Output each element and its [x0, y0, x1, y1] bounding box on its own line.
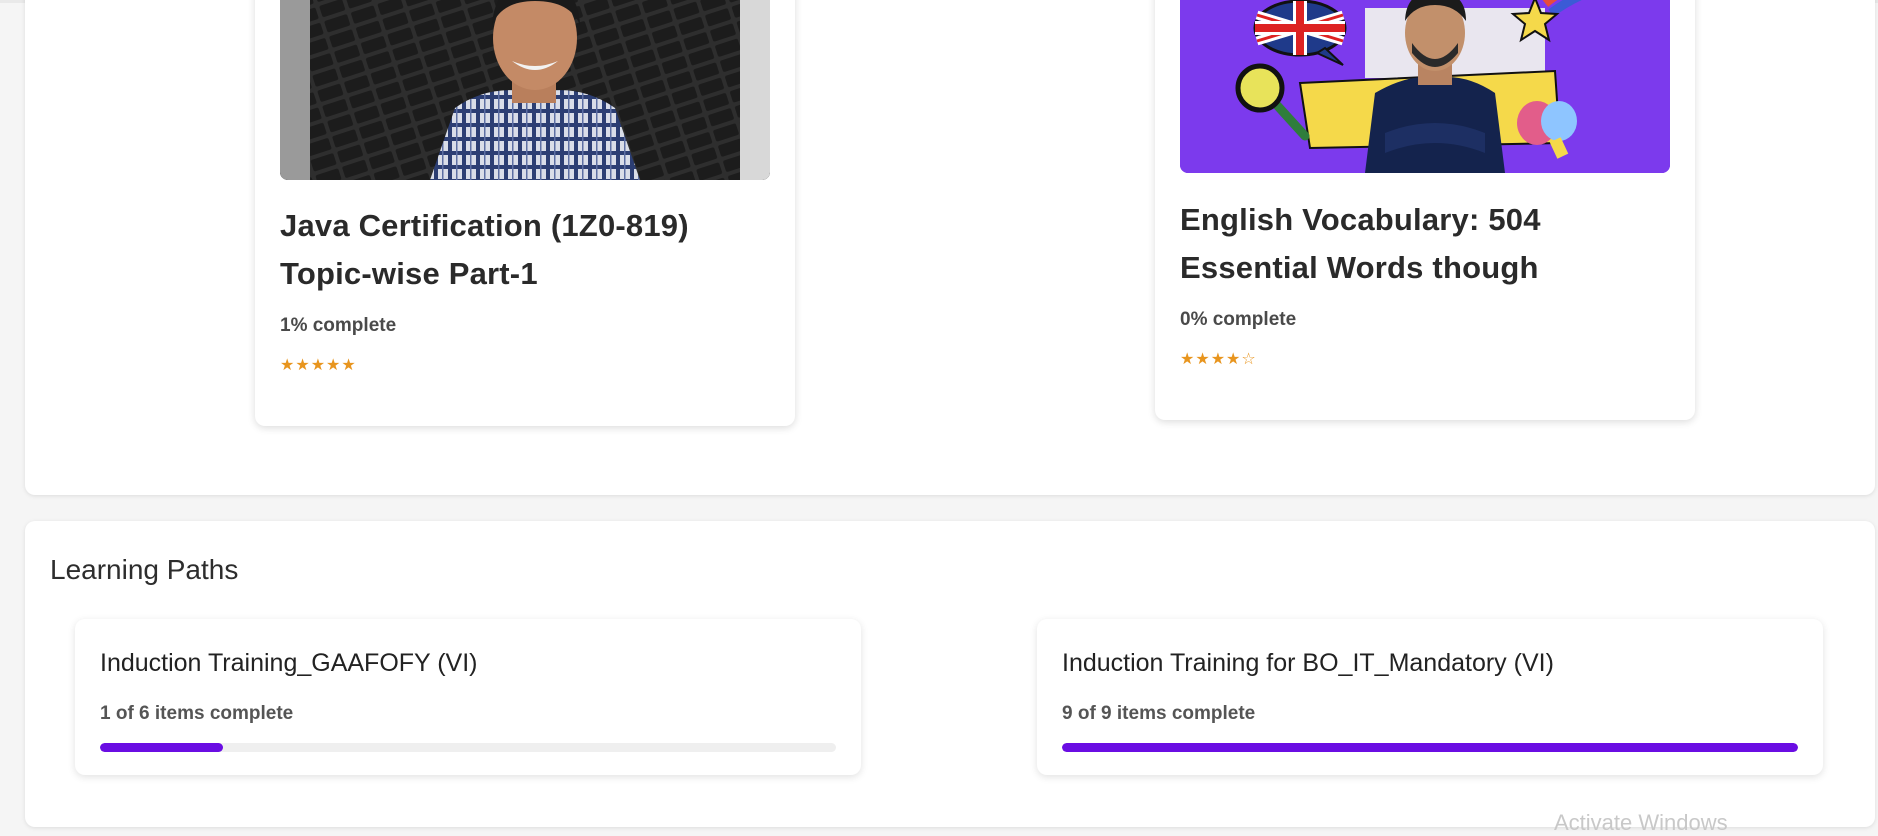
- instructor-photo-with-uk-flag-icon: [1180, 0, 1670, 173]
- instructor-photo-icon: [280, 0, 770, 180]
- learning-path-title[interactable]: Induction Training_GAAFOFY (VI): [100, 649, 477, 678]
- rating-stars: ★★★★☆: [1180, 351, 1257, 368]
- progress-bar-fill: [1062, 743, 1798, 752]
- learning-path-card[interactable]: Induction Training for BO_IT_Mandatory (…: [1037, 619, 1823, 775]
- course-progress-text: 1% complete: [280, 315, 397, 336]
- section-title: Learning Paths: [50, 554, 239, 585]
- learning-path-progress-text: 9 of 9 items complete: [1062, 703, 1256, 724]
- course-card[interactable]: English Vocabulary: 504 Essential Words …: [1155, 0, 1695, 420]
- learning-path-title[interactable]: Induction Training for BO_IT_Mandatory (…: [1062, 649, 1554, 678]
- rating-stars: ★★★★★: [280, 357, 357, 374]
- learning-paths-panel: Learning Paths Induction Training_GAAFOF…: [25, 521, 1875, 827]
- course-title[interactable]: Java Certification (1Z0-819) Topic-wise …: [280, 202, 780, 298]
- course-card[interactable]: Java Certification (1Z0-819) Topic-wise …: [255, 0, 795, 426]
- courses-panel: Java Certification (1Z0-819) Topic-wise …: [25, 0, 1875, 495]
- progress-bar: [100, 743, 836, 752]
- course-thumbnail[interactable]: [280, 0, 770, 180]
- activate-windows-watermark: Activate Windows: [1554, 810, 1728, 835]
- progress-bar: [1062, 743, 1798, 752]
- learning-path-progress-text: 1 of 6 items complete: [100, 703, 294, 724]
- progress-bar-fill: [100, 743, 223, 752]
- learning-path-card[interactable]: Induction Training_GAAFOFY (VI) 1 of 6 i…: [75, 619, 861, 775]
- course-thumbnail[interactable]: [1180, 0, 1670, 173]
- course-progress-text: 0% complete: [1180, 309, 1297, 330]
- course-title[interactable]: English Vocabulary: 504 Essential Words …: [1180, 196, 1680, 292]
